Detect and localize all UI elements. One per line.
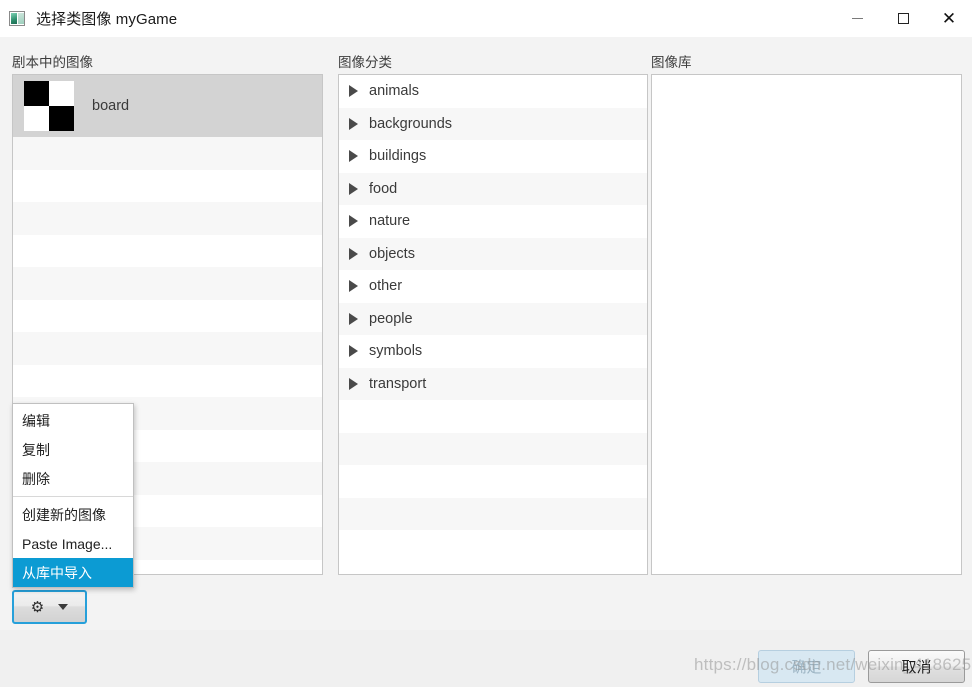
context-menu-item[interactable]: Paste Image... [13,529,133,558]
library-panel-header: 图像库 [651,55,692,70]
category-row[interactable]: objects [339,237,647,270]
empty-list-row[interactable] [13,299,322,332]
minimize-icon [851,18,863,19]
triangle-right-icon[interactable] [349,182,358,195]
category-row[interactable]: nature [339,205,647,238]
category-panel-header: 图像分类 [338,55,392,70]
empty-list-row[interactable] [13,364,322,397]
app-icon-right-swatch [18,13,24,24]
image-category-list[interactable]: animals backgrounds buildings food nature obj… [338,74,648,575]
ok-button[interactable]: 确定 [758,650,855,683]
gear-icon: ⚙ [30,598,45,616]
maximize-icon [897,13,909,24]
triangle-right-icon[interactable] [349,345,358,358]
category-row[interactable]: backgrounds [339,107,647,140]
category-row[interactable]: people [339,302,647,335]
triangle-right-icon[interactable] [349,150,358,163]
context-menu-item[interactable]: 删除 [13,464,133,493]
window-title: 选择类图像 myGame [36,11,178,28]
category-row[interactable]: buildings [339,140,647,173]
empty-list-row[interactable] [339,432,647,465]
context-menu-item[interactable]: 复制 [13,435,133,464]
close-button[interactable]: ✕ [926,0,972,37]
empty-list-row[interactable] [13,332,322,365]
triangle-right-icon[interactable] [349,377,358,390]
triangle-right-icon[interactable] [349,215,358,228]
close-icon: ✕ [941,9,957,28]
minimize-button[interactable] [834,0,880,37]
category-label: symbols [369,343,423,360]
chevron-down-icon [58,604,69,610]
empty-list-row[interactable] [13,137,322,170]
category-label: other [369,278,403,295]
triangle-right-icon[interactable] [349,85,358,98]
category-row[interactable]: other [339,270,647,303]
category-row[interactable]: transport [339,367,647,400]
category-label: objects [369,245,415,262]
context-menu[interactable]: 编辑 复制 删除创建新的图像 Paste Image... 从库中导入 [12,403,134,588]
context-menu-item[interactable]: 编辑 [13,406,133,435]
empty-list-row[interactable] [13,234,322,267]
maximize-button[interactable] [880,0,926,37]
context-menu-item[interactable]: 从库中导入 [13,558,133,587]
category-label: nature [369,213,411,230]
triangle-right-icon[interactable] [349,117,358,130]
empty-list-row[interactable] [339,530,647,563]
context-menu-separator [13,496,133,497]
category-label: animals [369,83,419,100]
window-controls: ✕ [834,0,972,37]
script-image-item[interactable]: board [13,75,322,137]
image-library-list[interactable] [651,74,962,575]
triangle-right-icon[interactable] [349,312,358,325]
triangle-right-icon[interactable] [349,247,358,260]
script-image-label: board [92,98,130,114]
app-icon [9,11,25,26]
empty-list-row[interactable] [339,400,647,433]
category-row[interactable]: food [339,172,647,205]
context-menu-item[interactable]: 创建新的图像 [13,500,133,529]
title-bar: 选择类图像 myGame ✕ [0,0,972,37]
app-icon-left-swatch [11,13,17,24]
category-label: people [369,310,413,327]
empty-list-row[interactable] [339,497,647,530]
empty-list-row[interactable] [13,202,322,235]
scripts-panel-header: 剧本中的图像 [12,55,93,70]
category-label: food [369,180,398,197]
category-row[interactable]: animals [339,75,647,108]
category-label: buildings [369,148,427,165]
category-row[interactable]: symbols [339,335,647,368]
dialog-window: 选择类图像 myGame ✕ 剧本中的图像 图像分类 图像库 board ani… [0,0,972,687]
empty-list-row[interactable] [13,169,322,202]
cancel-button[interactable]: 取消 [868,650,965,683]
empty-list-row[interactable] [339,465,647,498]
category-label: transport [369,375,427,392]
empty-list-row[interactable] [13,267,322,300]
category-label: backgrounds [369,115,453,132]
checkerboard-thumbnail-icon [24,81,74,131]
triangle-right-icon[interactable] [349,280,358,293]
image-actions-menu-button[interactable]: ⚙ [12,590,87,624]
